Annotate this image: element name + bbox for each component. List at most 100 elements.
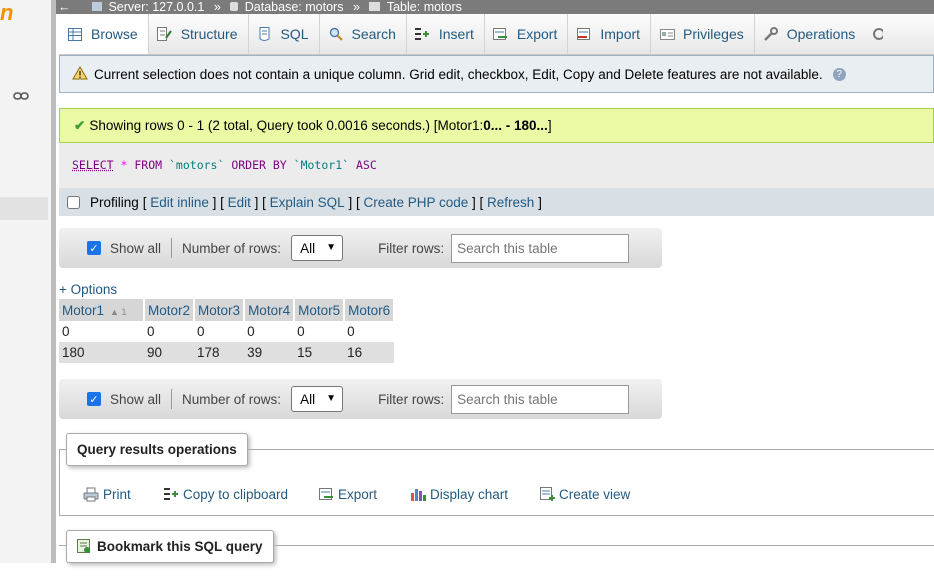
table-cell: 39 [244, 342, 294, 363]
tab-sql[interactable]: SQL [249, 14, 320, 54]
tab-operations[interactable]: Operations [755, 14, 865, 54]
number-of-rows-select[interactable]: All ▼ [291, 235, 343, 261]
table-cell: 0 [144, 321, 194, 342]
display-chart-label: Display chart [430, 487, 508, 502]
table-row: 180 90 178 39 15 16 [59, 342, 394, 363]
number-of-rows-label: Number of rows: [182, 241, 281, 256]
notice-message: Current selection does not contain a uni… [59, 55, 934, 93]
operations-icon [763, 26, 779, 42]
column-header-motor1[interactable]: Motor1 ▲ 1 [59, 299, 144, 321]
chart-icon [410, 486, 426, 502]
sql-code: SELECT * FROM `motors` ORDER BY `Motor1`… [72, 158, 377, 172]
export-label: Export [338, 487, 377, 502]
success-check-icon: ✔ [74, 118, 85, 134]
sql-keyword-select[interactable]: SELECT [72, 158, 114, 172]
tab-more[interactable] [865, 14, 897, 54]
tab-label: Search [352, 26, 396, 42]
column-header-motor3[interactable]: Motor3 [194, 299, 244, 321]
table-cell: 0 [194, 321, 244, 342]
table-icon [369, 2, 380, 11]
panel-resize-handle[interactable] [51, 0, 56, 563]
breadcrumb-database[interactable]: Database: motors [245, 0, 344, 14]
table-tabs: Browse Structure SQL Search Insert Expor… [59, 14, 934, 55]
copy-icon [163, 486, 179, 502]
show-all-checkbox[interactable]: ✓ [87, 241, 101, 255]
navigation-selected-item[interactable] [0, 197, 48, 220]
breadcrumb-table[interactable]: Table: motors [387, 0, 462, 14]
create-php-code-link[interactable]: Create PHP code [363, 195, 468, 210]
table-row: 0 0 0 0 0 0 [59, 321, 394, 342]
export-icon [493, 26, 509, 42]
copy-to-clipboard-link[interactable]: Copy to clipboard [163, 486, 288, 502]
table-cell: 0 [344, 321, 394, 342]
breadcrumb-separator: » [214, 0, 221, 14]
column-header-motor2[interactable]: Motor2 [144, 299, 194, 321]
view-icon [539, 486, 555, 502]
breadcrumb-server[interactable]: Server: 127.0.0.1 [108, 0, 204, 14]
table-cell: 16 [344, 342, 394, 363]
column-header-motor6[interactable]: Motor6 [344, 299, 394, 321]
show-all-label: Show all [110, 241, 161, 256]
warning-icon [72, 66, 88, 83]
column-header-motor4[interactable]: Motor4 [244, 299, 294, 321]
create-view-label: Create view [559, 487, 630, 502]
tab-insert[interactable]: Insert [407, 14, 485, 54]
success-text-bold: 0... - 180... [483, 118, 548, 133]
column-header-label: Motor1 [62, 303, 104, 318]
profiling-checkbox[interactable] [67, 196, 80, 209]
back-arrow-icon[interactable]: ← [58, 0, 71, 14]
logo-fragment: n [0, 0, 13, 26]
tab-label: Privileges [683, 26, 744, 42]
more-icon [869, 26, 885, 42]
navigation-bar-bottom: ✓ Show all Number of rows: All ▼ Filter r… [59, 379, 662, 419]
tab-structure[interactable]: Structure [149, 14, 249, 54]
show-all-checkbox[interactable]: ✓ [87, 392, 101, 406]
tab-export[interactable]: Export [485, 14, 568, 54]
copy-to-clipboard-label: Copy to clipboard [183, 487, 288, 502]
create-view-link[interactable]: Create view [539, 486, 630, 502]
edit-inline-link[interactable]: Edit inline [150, 195, 209, 210]
sql-column-name: `Motor1` [294, 158, 349, 172]
filter-rows-input[interactable]: Search this table [451, 234, 629, 263]
help-icon[interactable]: ? [833, 68, 846, 81]
sql-keyword-asc: ASC [356, 158, 377, 172]
link-icon[interactable] [13, 90, 29, 102]
print-link[interactable]: Print [83, 486, 131, 502]
tab-privileges[interactable]: Privileges [651, 14, 755, 54]
tab-label: Import [600, 26, 640, 42]
separator [171, 389, 172, 409]
chevron-down-icon: ▼ [326, 393, 336, 404]
tab-import[interactable]: Import [568, 14, 651, 54]
table-cell: 0 [59, 321, 144, 342]
explain-sql-link[interactable]: Explain SQL [270, 195, 345, 210]
sql-star: * [120, 158, 127, 172]
tab-browse[interactable]: Browse [59, 14, 149, 54]
search-icon [328, 26, 344, 42]
sql-query-display: SELECT * FROM `motors` ORDER BY `Motor1`… [59, 143, 934, 188]
show-all-label: Show all [110, 392, 161, 407]
database-icon [230, 2, 238, 11]
table-cell: 178 [194, 342, 244, 363]
notice-text: Current selection does not contain a uni… [94, 67, 823, 82]
edit-link[interactable]: Edit [228, 195, 251, 210]
filter-rows-input[interactable]: Search this table [451, 385, 629, 414]
options-link[interactable]: + Options [59, 282, 117, 297]
chevron-down-icon: ▼ [326, 242, 336, 253]
insert-icon [415, 26, 431, 42]
tab-search[interactable]: Search [320, 14, 407, 54]
number-of-rows-select[interactable]: All ▼ [291, 386, 343, 412]
tab-label: Insert [439, 26, 474, 42]
refresh-link[interactable]: Refresh [487, 195, 534, 210]
tab-label: Export [517, 26, 557, 42]
display-chart-link[interactable]: Display chart [410, 486, 508, 502]
export-link[interactable]: Export [318, 486, 377, 502]
table-cell: 90 [144, 342, 194, 363]
table-cell: 15 [294, 342, 344, 363]
sql-icon [257, 26, 273, 42]
query-results-operations-title: Query results operations [66, 433, 248, 466]
tab-label: Structure [181, 26, 238, 42]
column-header-motor5[interactable]: Motor5 [294, 299, 344, 321]
table-header-row: Motor1 ▲ 1 Motor2 Motor3 Motor4 Motor5 Mo… [59, 299, 394, 321]
print-label: Print [103, 487, 131, 502]
navigation-bar-top: ✓ Show all Number of rows: All ▼ Filter r… [59, 228, 662, 268]
